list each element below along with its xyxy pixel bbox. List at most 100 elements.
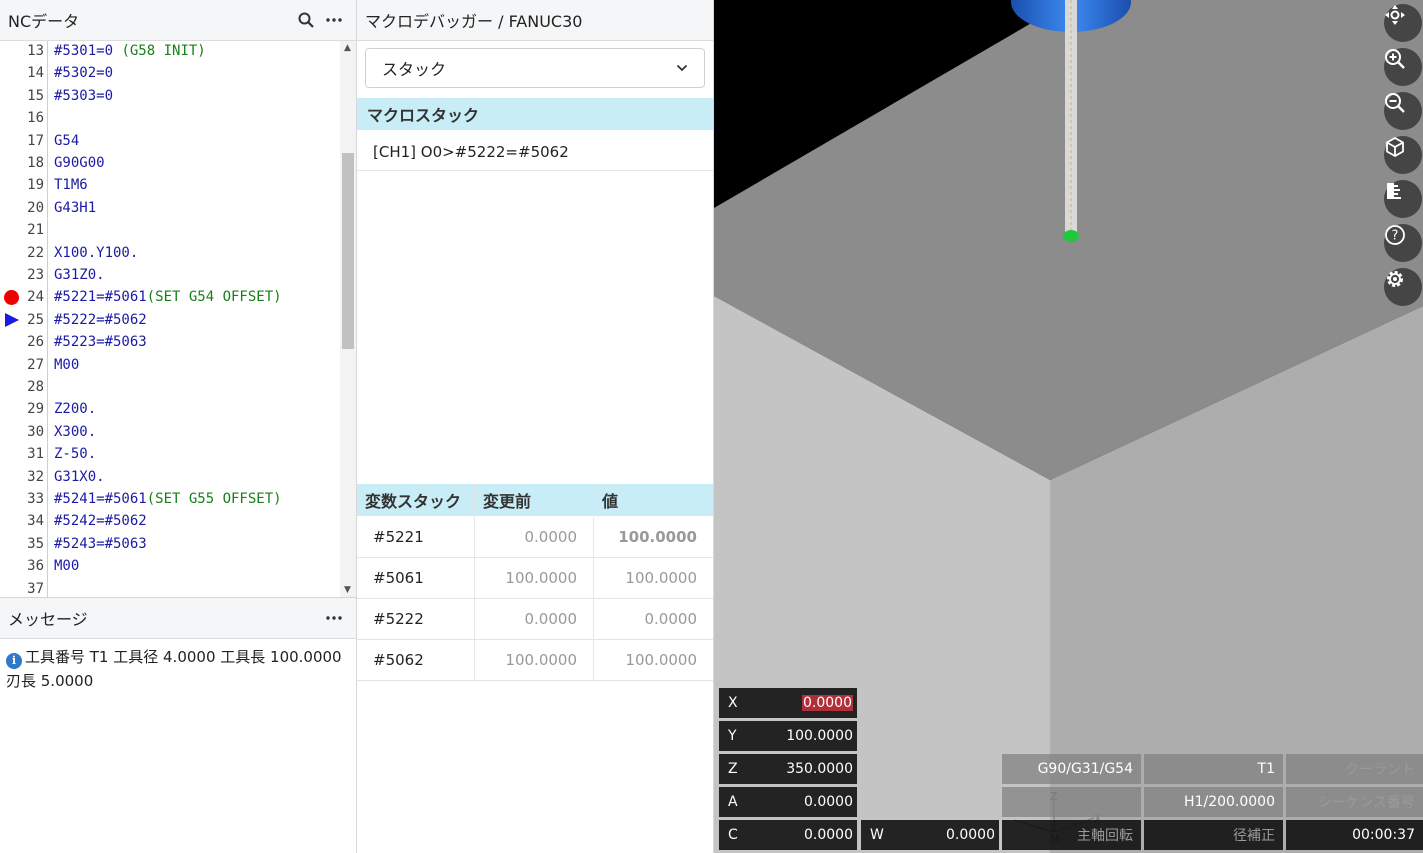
code-line[interactable]: 29 Z200. [0,398,340,420]
table-row[interactable]: #5221 0.0000 100.0000 [357,517,713,558]
code-line[interactable]: 18 G90G00 [0,152,340,174]
code-text: #5223=#5063 [54,331,147,353]
code-line[interactable]: 33 #5241=#5061(SET G55 OFFSET) [0,488,340,510]
code-scrollbar[interactable]: ▲ ▼ [340,41,356,597]
code-text: #5302=0 [54,62,113,84]
code-text: G54 [54,130,79,152]
code-text: G31X0. [54,466,105,488]
code-line[interactable]: 27 M00 [0,354,340,376]
code-line[interactable]: 15 #5303=0 [0,85,340,107]
code-line[interactable]: 19 T1M6 [0,174,340,196]
scroll-thumb[interactable] [342,153,354,349]
code-line[interactable]: 26 #5223=#5063 [0,331,340,353]
message-title: メッセージ [8,610,88,629]
status-empty [1002,787,1141,817]
dro-axis-value: 350.0000 [747,754,857,784]
stack-select[interactable]: スタック [365,48,705,88]
macro-stack-entry[interactable]: [CH1] O0>#5222=#5062 [357,134,713,171]
line-number: 34 [27,513,44,530]
code-statement: M00 [54,558,80,575]
line-number: 19 [27,177,44,194]
scroll-down-icon[interactable]: ▼ [344,585,351,595]
code-statement: G54 [54,132,80,149]
code-text: G43H1 [54,197,96,219]
status-radius-comp: 径補正 [1144,820,1283,850]
code-line[interactable]: 16 [0,107,340,129]
code-statement: T1M6 [54,177,88,194]
line-number: 26 [27,334,44,351]
code-statement: G43H1 [54,199,97,216]
cube-view-icon[interactable] [1384,136,1422,174]
status-offset: H1/200.0000 [1144,787,1283,817]
code-text: #5222=#5062 [54,309,147,331]
status-modal: G90/G31/G54 [1002,754,1141,784]
code-line[interactable]: 32 G31X0. [0,466,340,488]
table-row[interactable]: #5062 100.0000 100.0000 [357,640,713,681]
code-statement: G31X0. [54,468,105,485]
code-line[interactable]: 31 Z-50. [0,443,340,465]
dro-axis-value: 0.0000 [747,688,857,718]
table-row[interactable]: #5061 100.0000 100.0000 [357,558,713,599]
code-text: #5243=#5063 [54,533,147,555]
variable-stack-header: 変数スタック 変更前 値 [357,484,713,516]
settings-icon[interactable] [1384,268,1422,306]
code-line[interactable]: 36 M00 [0,555,340,577]
code-statement: #5221=#5061 [54,289,147,306]
pan-icon[interactable] [1384,4,1422,42]
nc-data-title: NCデータ [8,12,80,31]
code-text: X100.Y100. [54,242,138,264]
col-variable: 変数スタック [357,484,475,516]
code-line[interactable]: 23 G31Z0. [0,264,340,286]
code-text: Z-50. [54,443,96,465]
message-header: メッセージ [0,598,356,639]
dro-axis-label: Z [719,754,747,784]
var-name: #5222 [357,599,475,639]
code-line[interactable]: 13 #5301=0 (G58 INIT) [0,41,340,62]
code-line[interactable]: 30 X300. [0,421,340,443]
var-name: #5061 [357,558,475,598]
code-statement: #5223=#5063 [54,334,147,351]
code-line[interactable]: 14 #5302=0 [0,62,340,84]
dro-axis-label: A [719,787,747,817]
3d-view[interactable]: Z X M ? X0.0000Y100.0000Z350.0000A0.0000… [714,0,1423,853]
code-editor[interactable]: 13 #5301=0 (G58 INIT) 14 #5302=0 15 #5303=0 16… [0,41,356,597]
code-line[interactable]: 34 #5242=#5062 [0,510,340,532]
debugger-header: マクロデバッガー / FANUC30 [357,0,713,41]
code-statement: Z200. [54,401,97,418]
macro-stack-header: マクロスタック [357,98,713,130]
help-icon[interactable]: ? [1384,224,1422,262]
code-text: X300. [54,421,96,443]
scroll-up-icon[interactable]: ▲ [344,43,351,53]
more-icon[interactable] [320,604,348,632]
code-line[interactable]: 17 G54 [0,130,340,152]
ruler-icon[interactable] [1384,180,1422,218]
code-text: #5241=#5061(SET G55 OFFSET) [54,488,282,510]
code-statement: #5242=#5062 [54,513,147,530]
code-line[interactable]: 35 #5243=#5063 [0,533,340,555]
code-line[interactable]: 28 [0,376,340,398]
line-number: 36 [27,558,44,575]
table-row[interactable]: #5222 0.0000 0.0000 [357,599,713,640]
code-text: #5242=#5062 [54,510,147,532]
code-comment: (SET G55 OFFSET) [146,491,282,507]
dro-axis-value: 100.0000 [747,721,857,751]
code-line[interactable]: 37 [0,578,340,597]
search-icon[interactable] [292,6,320,34]
code-line[interactable]: 25 #5222=#5062 [0,309,340,331]
more-icon[interactable] [320,6,348,34]
code-statement: #5302=0 [54,65,114,82]
code-line[interactable]: 20 G43H1 [0,197,340,219]
code-statement: #5222=#5062 [54,311,147,328]
code-line[interactable]: 22 X100.Y100. [0,242,340,264]
macro-stack-entry-text: [CH1] O0>#5222=#5062 [373,143,569,161]
line-number: 21 [27,222,44,239]
code-text: Z200. [54,398,96,420]
zoom-in-icon[interactable] [1384,48,1422,86]
code-text: #5221=#5061(SET G54 OFFSET) [54,286,282,308]
line-number: 31 [27,446,44,463]
dro-axis-label: Y [719,721,747,751]
code-line[interactable]: 24 #5221=#5061(SET G54 OFFSET) [0,286,340,308]
code-line[interactable]: 21 [0,219,340,241]
line-number: 35 [27,535,44,552]
zoom-out-icon[interactable] [1384,92,1422,130]
